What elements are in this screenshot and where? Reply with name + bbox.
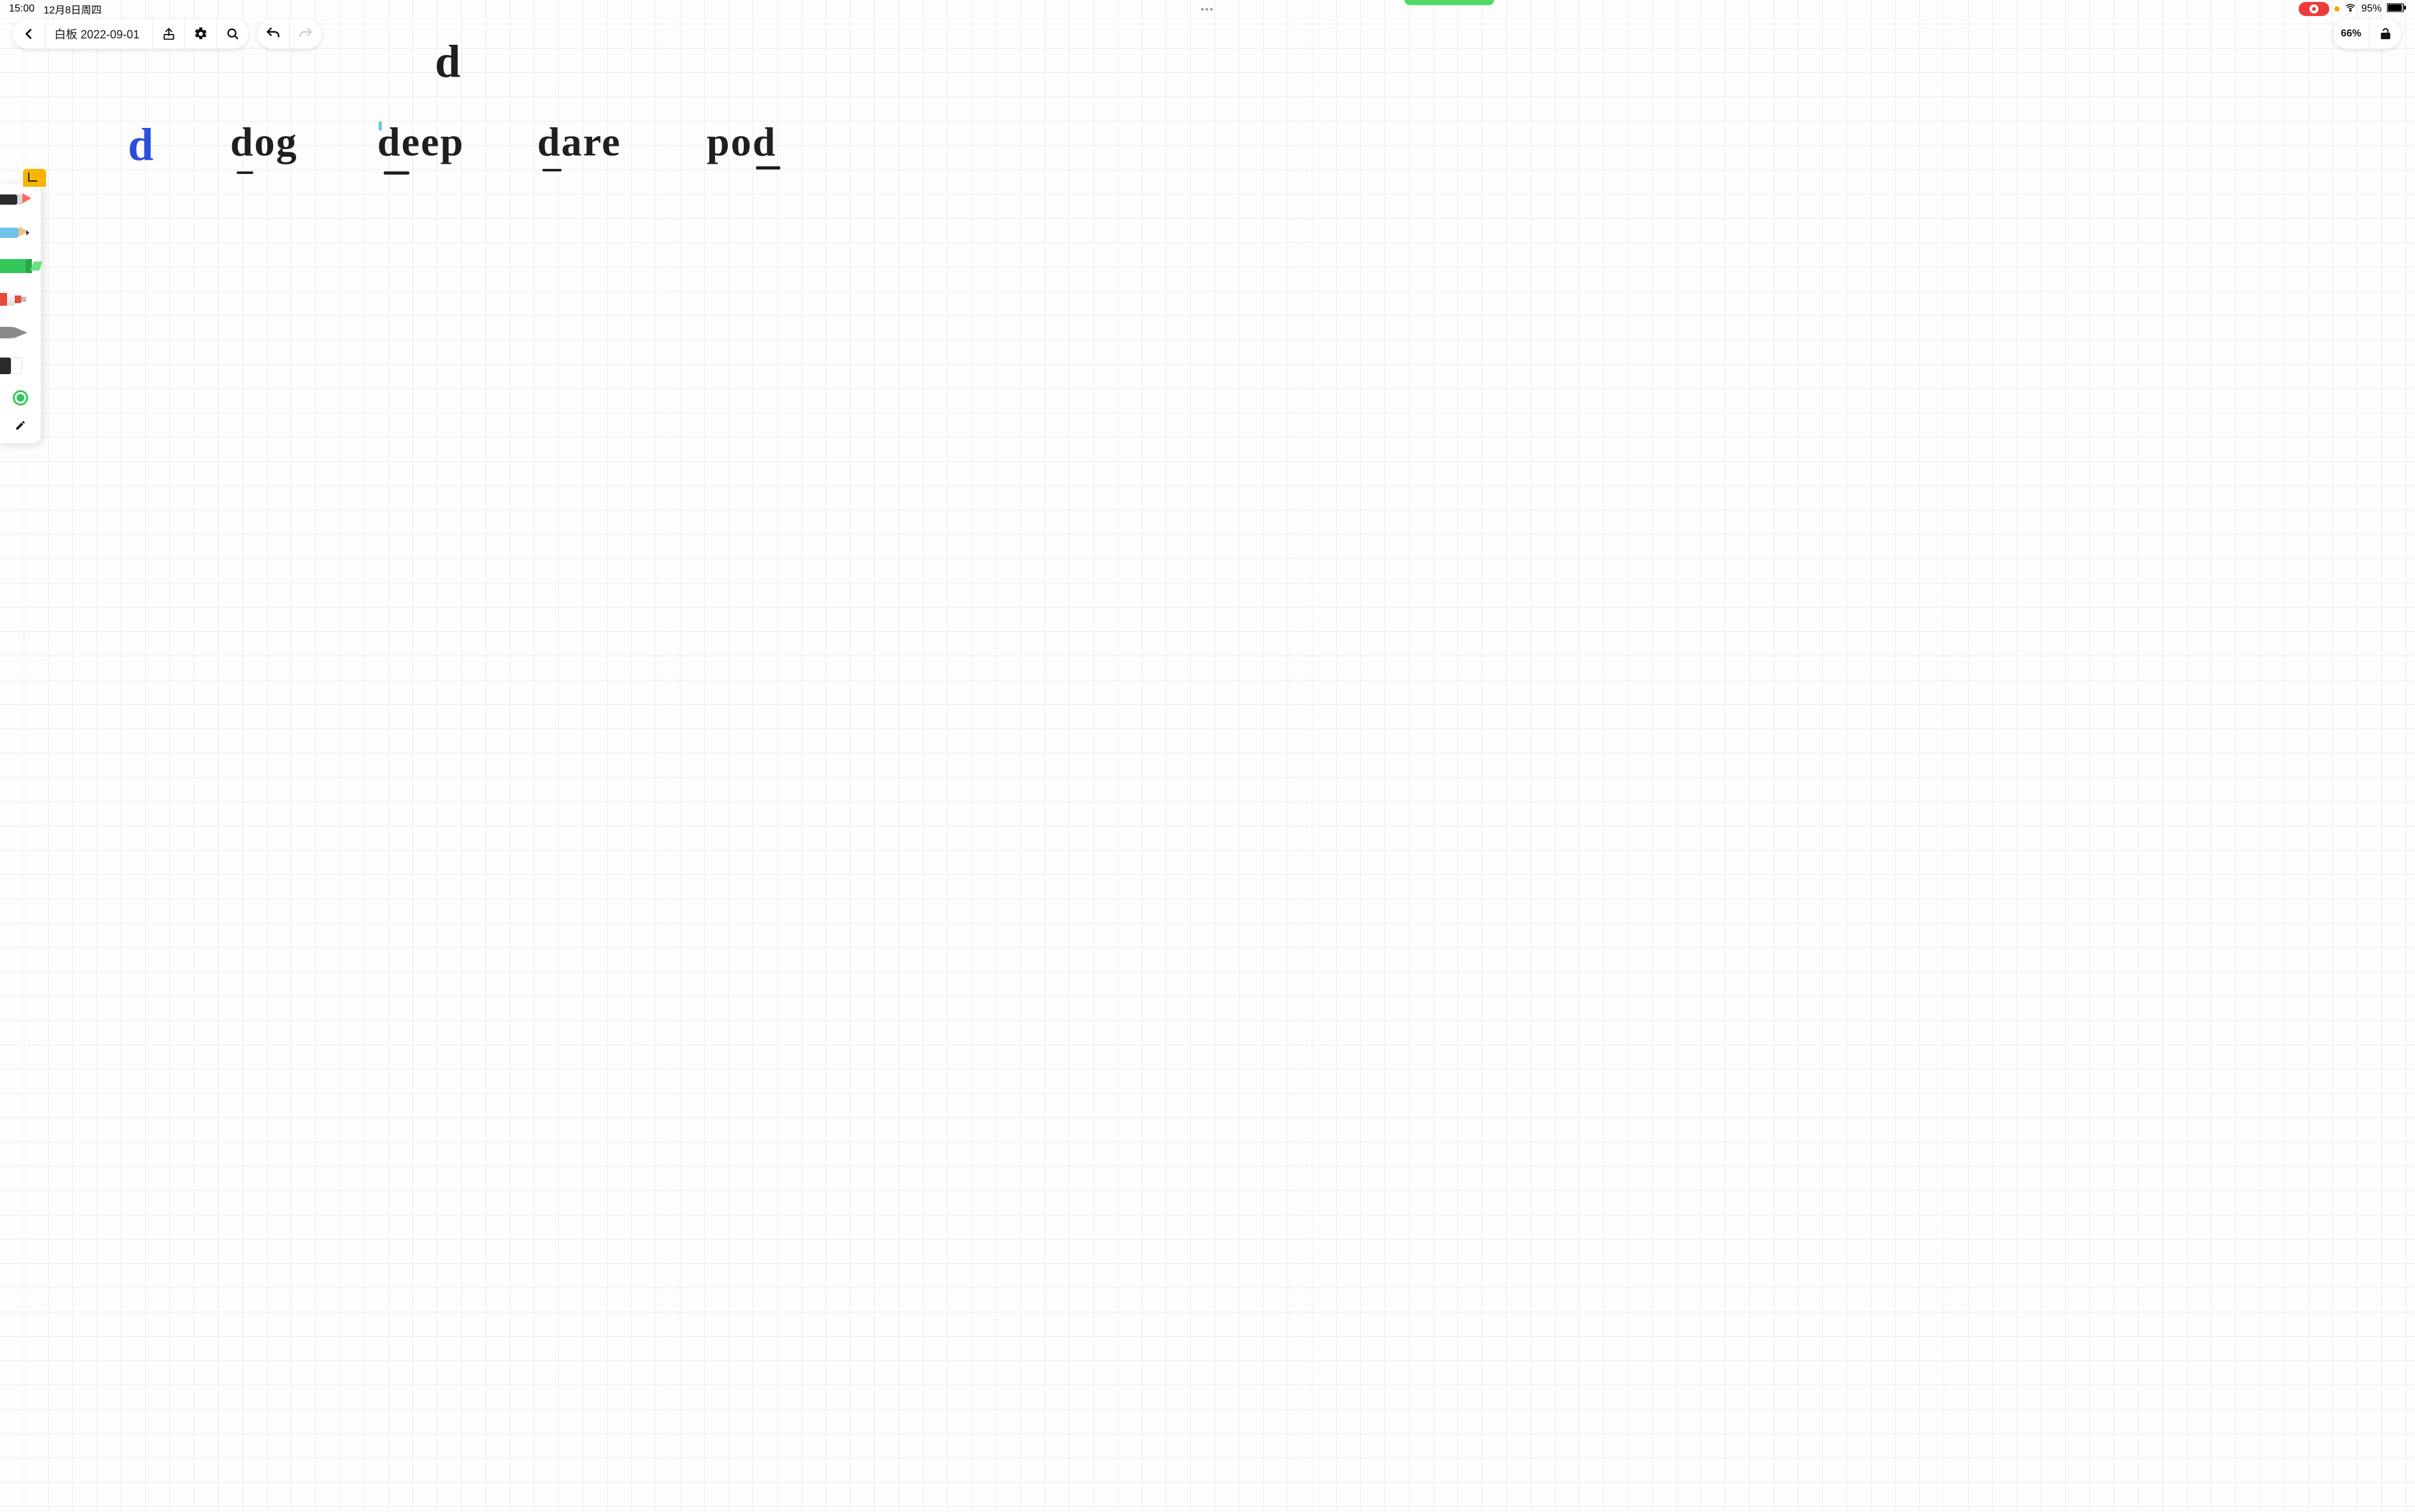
toolbar-group-history	[257, 19, 322, 49]
battery-percent: 95%	[2361, 3, 2382, 15]
search-button[interactable]	[216, 19, 248, 49]
main-toolbar: 白板 2022-09-01	[13, 19, 322, 49]
stray-mark	[379, 122, 382, 130]
handwriting-word-dog: dog	[230, 122, 298, 162]
wifi-icon	[2345, 2, 2356, 17]
underline-dog	[237, 171, 253, 174]
current-color-button[interactable]	[13, 390, 28, 406]
screen-record-pill[interactable]	[2299, 2, 2329, 16]
handwriting-word-dare: dare	[537, 122, 621, 162]
tool-highlighter[interactable]	[0, 257, 46, 276]
tool-paint[interactable]	[0, 290, 36, 310]
zoom-level[interactable]: 66%	[2333, 19, 2369, 49]
tool-pencil[interactable]	[0, 224, 36, 243]
document-title: 白板 2022-09-01	[52, 26, 148, 42]
whiteboard-canvas[interactable]	[0, 0, 2415, 1512]
tool-brush[interactable]	[0, 324, 36, 343]
toolbar-group-main: 白板 2022-09-01	[13, 19, 248, 49]
status-date: 12月8日周四	[43, 1, 102, 17]
battery-icon	[2387, 3, 2406, 15]
edit-palette-button[interactable]	[15, 420, 26, 434]
redo-button[interactable]	[289, 19, 322, 49]
underline-deep	[384, 171, 409, 175]
underline-dare	[542, 169, 562, 171]
tool-eraser[interactable]	[0, 357, 36, 376]
document-title-button[interactable]: 白板 2022-09-01	[45, 19, 152, 49]
tool-palette	[0, 184, 41, 443]
status-time: 15:00	[9, 3, 35, 15]
toolbar-group-zoom: 66%	[2333, 19, 2401, 49]
handwriting-word-deep: deep	[377, 122, 464, 162]
status-bar: 15:00 12月8日周四 ••• 95%	[0, 0, 2415, 18]
palette-tab[interactable]	[23, 169, 46, 187]
zoom-label: 66%	[2341, 28, 2361, 40]
handwriting-blue-d: d	[128, 122, 155, 168]
handwriting-top-d: d	[435, 38, 462, 84]
underline-pod	[756, 166, 780, 169]
undo-button[interactable]	[257, 19, 289, 49]
privacy-dot-icon	[2334, 6, 2340, 12]
menu-ellipsis-icon[interactable]: •••	[1201, 4, 1215, 14]
lock-button[interactable]	[2369, 19, 2401, 49]
tool-fine-pen[interactable]	[0, 191, 36, 210]
share-button[interactable]	[152, 19, 184, 49]
handwriting-word-pod: pod	[707, 122, 776, 162]
settings-button[interactable]	[184, 19, 216, 49]
toolbar-right: 66%	[2333, 19, 2401, 49]
back-button[interactable]	[13, 19, 45, 49]
